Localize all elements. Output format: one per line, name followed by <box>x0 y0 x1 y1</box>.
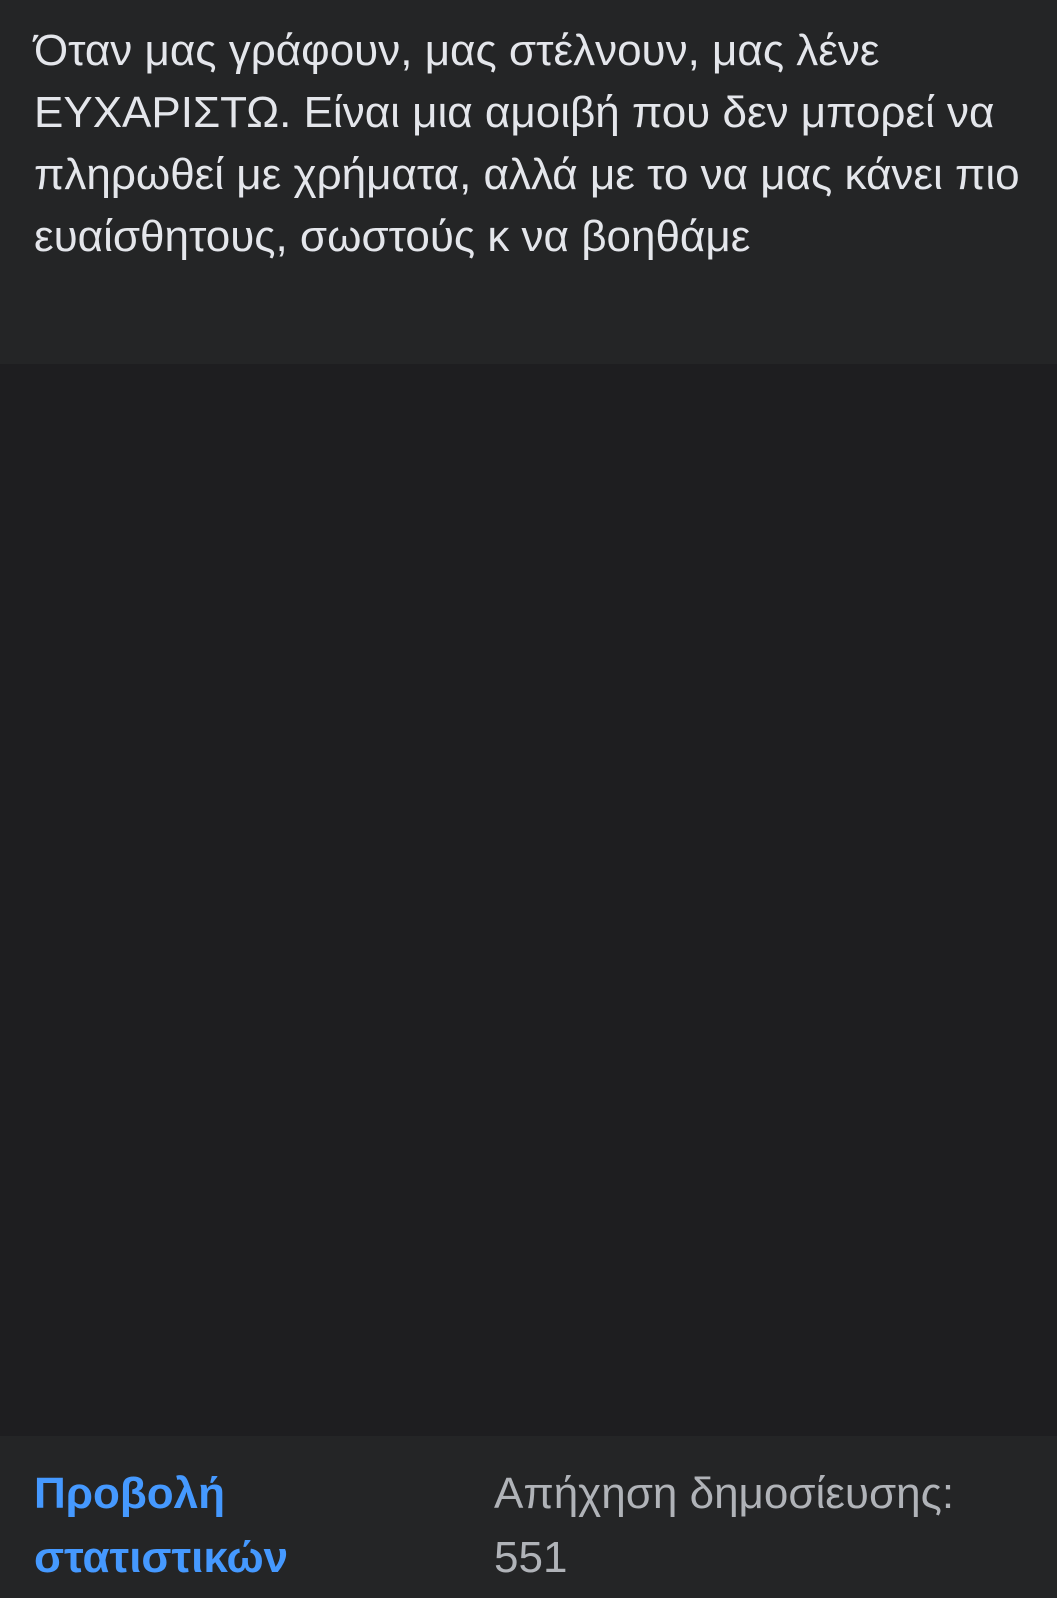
post-caption-text: Όταν μας γράφουν, μας στέλνουν, μας λένε… <box>34 26 1020 261</box>
post-reach: Απήχηση δημοσίευσης: 551 <box>494 1462 1034 1590</box>
post-reach-value: 551 <box>494 1533 568 1582</box>
post-reach-label: Απήχηση δημοσίευσης: <box>494 1469 955 1518</box>
post-footer: Προβολή στατιστικών Απήχηση δημοσίευσης:… <box>0 1436 1057 1598</box>
post-caption: Όταν μας γράφουν, μας στέλνουν, μας λένε… <box>0 0 1057 364</box>
view-insights-link[interactable]: Προβολή στατιστικών <box>34 1462 394 1590</box>
post-image-collage[interactable] <box>0 364 1057 1436</box>
